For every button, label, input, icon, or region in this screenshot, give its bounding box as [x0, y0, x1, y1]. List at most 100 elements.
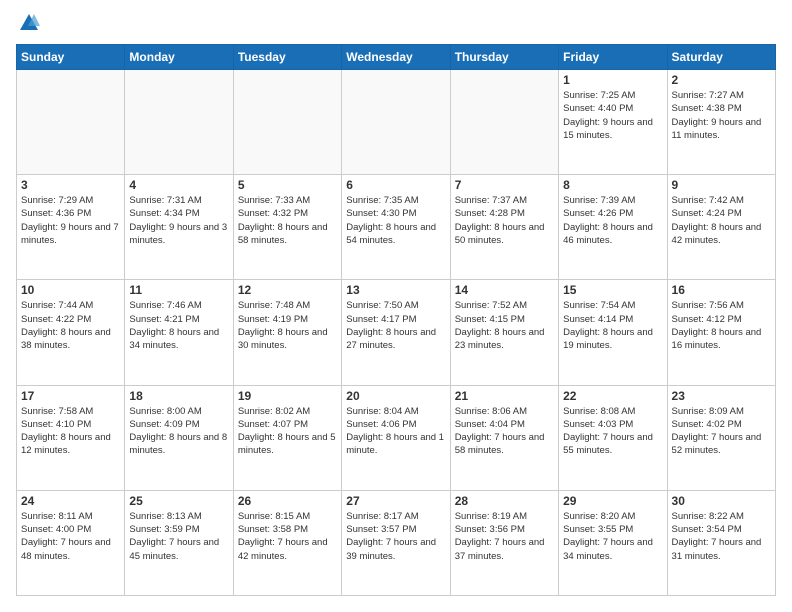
calendar-cell: 25 Sunrise: 8:13 AM Sunset: 3:59 PM Dayli… [125, 490, 233, 595]
day-info: Sunrise: 7:25 AM Sunset: 4:40 PM Dayligh… [563, 89, 662, 142]
day-info: Sunrise: 7:31 AM Sunset: 4:34 PM Dayligh… [129, 194, 228, 247]
calendar-week-row: 17 Sunrise: 7:58 AM Sunset: 4:10 PM Dayli… [17, 385, 776, 490]
day-info: Sunrise: 7:48 AM Sunset: 4:19 PM Dayligh… [238, 299, 337, 352]
calendar-cell: 14 Sunrise: 7:52 AM Sunset: 4:15 PM Dayli… [450, 280, 558, 385]
day-number: 24 [21, 494, 120, 508]
day-number: 20 [346, 389, 445, 403]
day-info: Sunrise: 7:54 AM Sunset: 4:14 PM Dayligh… [563, 299, 662, 352]
day-number: 10 [21, 283, 120, 297]
calendar-table: SundayMondayTuesdayWednesdayThursdayFrid… [16, 44, 776, 596]
day-info: Sunrise: 7:58 AM Sunset: 4:10 PM Dayligh… [21, 405, 120, 458]
calendar-cell: 13 Sunrise: 7:50 AM Sunset: 4:17 PM Dayli… [342, 280, 450, 385]
calendar-cell [17, 70, 125, 175]
day-number: 18 [129, 389, 228, 403]
calendar-cell: 16Sunrise: 7:56 AM Sunset: 4:12 PM Dayli… [667, 280, 775, 385]
calendar-cell: 30Sunrise: 8:22 AM Sunset: 3:54 PM Dayli… [667, 490, 775, 595]
page: SundayMondayTuesdayWednesdayThursdayFrid… [0, 0, 792, 612]
day-number: 14 [455, 283, 554, 297]
calendar-cell [233, 70, 341, 175]
day-number: 7 [455, 178, 554, 192]
day-number: 25 [129, 494, 228, 508]
day-number: 13 [346, 283, 445, 297]
day-info: Sunrise: 8:13 AM Sunset: 3:59 PM Dayligh… [129, 510, 228, 563]
day-number: 23 [672, 389, 771, 403]
day-number: 12 [238, 283, 337, 297]
day-info: Sunrise: 8:22 AM Sunset: 3:54 PM Dayligh… [672, 510, 771, 563]
day-info: Sunrise: 8:09 AM Sunset: 4:02 PM Dayligh… [672, 405, 771, 458]
day-info: Sunrise: 8:19 AM Sunset: 3:56 PM Dayligh… [455, 510, 554, 563]
day-number: 2 [672, 73, 771, 87]
day-info: Sunrise: 8:20 AM Sunset: 3:55 PM Dayligh… [563, 510, 662, 563]
calendar-cell: 8 Sunrise: 7:39 AM Sunset: 4:26 PM Daylig… [559, 175, 667, 280]
calendar-cell: 26 Sunrise: 8:15 AM Sunset: 3:58 PM Dayli… [233, 490, 341, 595]
day-info: Sunrise: 8:00 AM Sunset: 4:09 PM Dayligh… [129, 405, 228, 458]
calendar-day-header: Thursday [450, 45, 558, 70]
calendar-cell: 24 Sunrise: 8:11 AM Sunset: 4:00 PM Dayli… [17, 490, 125, 595]
day-info: Sunrise: 8:11 AM Sunset: 4:00 PM Dayligh… [21, 510, 120, 563]
day-number: 28 [455, 494, 554, 508]
day-number: 22 [563, 389, 662, 403]
day-number: 9 [672, 178, 771, 192]
day-number: 29 [563, 494, 662, 508]
calendar-cell: 1 Sunrise: 7:25 AM Sunset: 4:40 PM Daylig… [559, 70, 667, 175]
calendar-cell: 22 Sunrise: 8:08 AM Sunset: 4:03 PM Dayli… [559, 385, 667, 490]
calendar-week-row: 1 Sunrise: 7:25 AM Sunset: 4:40 PM Daylig… [17, 70, 776, 175]
calendar-day-header: Monday [125, 45, 233, 70]
calendar-day-header: Friday [559, 45, 667, 70]
calendar-cell: 18 Sunrise: 8:00 AM Sunset: 4:09 PM Dayli… [125, 385, 233, 490]
calendar-cell: 28 Sunrise: 8:19 AM Sunset: 3:56 PM Dayli… [450, 490, 558, 595]
calendar-cell [342, 70, 450, 175]
calendar-cell: 17 Sunrise: 7:58 AM Sunset: 4:10 PM Dayli… [17, 385, 125, 490]
day-info: Sunrise: 8:06 AM Sunset: 4:04 PM Dayligh… [455, 405, 554, 458]
day-info: Sunrise: 8:02 AM Sunset: 4:07 PM Dayligh… [238, 405, 337, 458]
logo-icon [18, 12, 40, 34]
day-info: Sunrise: 7:52 AM Sunset: 4:15 PM Dayligh… [455, 299, 554, 352]
calendar-cell: 20 Sunrise: 8:04 AM Sunset: 4:06 PM Dayli… [342, 385, 450, 490]
calendar-cell: 19 Sunrise: 8:02 AM Sunset: 4:07 PM Dayli… [233, 385, 341, 490]
calendar-day-header: Sunday [17, 45, 125, 70]
calendar-header-row: SundayMondayTuesdayWednesdayThursdayFrid… [17, 45, 776, 70]
day-number: 27 [346, 494, 445, 508]
day-number: 21 [455, 389, 554, 403]
calendar-cell: 29 Sunrise: 8:20 AM Sunset: 3:55 PM Dayli… [559, 490, 667, 595]
day-info: Sunrise: 7:39 AM Sunset: 4:26 PM Dayligh… [563, 194, 662, 247]
day-info: Sunrise: 7:44 AM Sunset: 4:22 PM Dayligh… [21, 299, 120, 352]
calendar-cell: 23 Sunrise: 8:09 AM Sunset: 4:02 PM Dayli… [667, 385, 775, 490]
day-info: Sunrise: 7:33 AM Sunset: 4:32 PM Dayligh… [238, 194, 337, 247]
day-number: 6 [346, 178, 445, 192]
day-info: Sunrise: 8:15 AM Sunset: 3:58 PM Dayligh… [238, 510, 337, 563]
calendar-cell: 10 Sunrise: 7:44 AM Sunset: 4:22 PM Dayli… [17, 280, 125, 385]
calendar-cell: 5Sunrise: 7:33 AM Sunset: 4:32 PM Daylig… [233, 175, 341, 280]
day-number: 16 [672, 283, 771, 297]
day-number: 26 [238, 494, 337, 508]
day-info: Sunrise: 7:35 AM Sunset: 4:30 PM Dayligh… [346, 194, 445, 247]
day-number: 19 [238, 389, 337, 403]
header [16, 16, 776, 34]
day-info: Sunrise: 7:50 AM Sunset: 4:17 PM Dayligh… [346, 299, 445, 352]
day-info: Sunrise: 8:17 AM Sunset: 3:57 PM Dayligh… [346, 510, 445, 563]
day-info: Sunrise: 8:04 AM Sunset: 4:06 PM Dayligh… [346, 405, 445, 458]
logo [16, 16, 40, 34]
day-number: 11 [129, 283, 228, 297]
calendar-cell: 6 Sunrise: 7:35 AM Sunset: 4:30 PM Daylig… [342, 175, 450, 280]
day-info: Sunrise: 7:42 AM Sunset: 4:24 PM Dayligh… [672, 194, 771, 247]
calendar-cell: 11Sunrise: 7:46 AM Sunset: 4:21 PM Dayli… [125, 280, 233, 385]
calendar-cell [450, 70, 558, 175]
day-number: 8 [563, 178, 662, 192]
calendar-cell: 7Sunrise: 7:37 AM Sunset: 4:28 PM Daylig… [450, 175, 558, 280]
calendar-week-row: 3 Sunrise: 7:29 AM Sunset: 4:36 PM Daylig… [17, 175, 776, 280]
day-info: Sunrise: 7:29 AM Sunset: 4:36 PM Dayligh… [21, 194, 120, 247]
day-number: 17 [21, 389, 120, 403]
day-info: Sunrise: 8:08 AM Sunset: 4:03 PM Dayligh… [563, 405, 662, 458]
calendar-week-row: 24 Sunrise: 8:11 AM Sunset: 4:00 PM Dayli… [17, 490, 776, 595]
calendar-cell: 4Sunrise: 7:31 AM Sunset: 4:34 PM Daylig… [125, 175, 233, 280]
day-number: 1 [563, 73, 662, 87]
day-info: Sunrise: 7:27 AM Sunset: 4:38 PM Dayligh… [672, 89, 771, 142]
calendar-cell: 27 Sunrise: 8:17 AM Sunset: 3:57 PM Dayli… [342, 490, 450, 595]
calendar-cell: 9 Sunrise: 7:42 AM Sunset: 4:24 PM Daylig… [667, 175, 775, 280]
calendar-week-row: 10 Sunrise: 7:44 AM Sunset: 4:22 PM Dayli… [17, 280, 776, 385]
calendar-cell: 21 Sunrise: 8:06 AM Sunset: 4:04 PM Dayli… [450, 385, 558, 490]
calendar-cell: 12 Sunrise: 7:48 AM Sunset: 4:19 PM Dayli… [233, 280, 341, 385]
calendar-cell: 3 Sunrise: 7:29 AM Sunset: 4:36 PM Daylig… [17, 175, 125, 280]
day-number: 3 [21, 178, 120, 192]
